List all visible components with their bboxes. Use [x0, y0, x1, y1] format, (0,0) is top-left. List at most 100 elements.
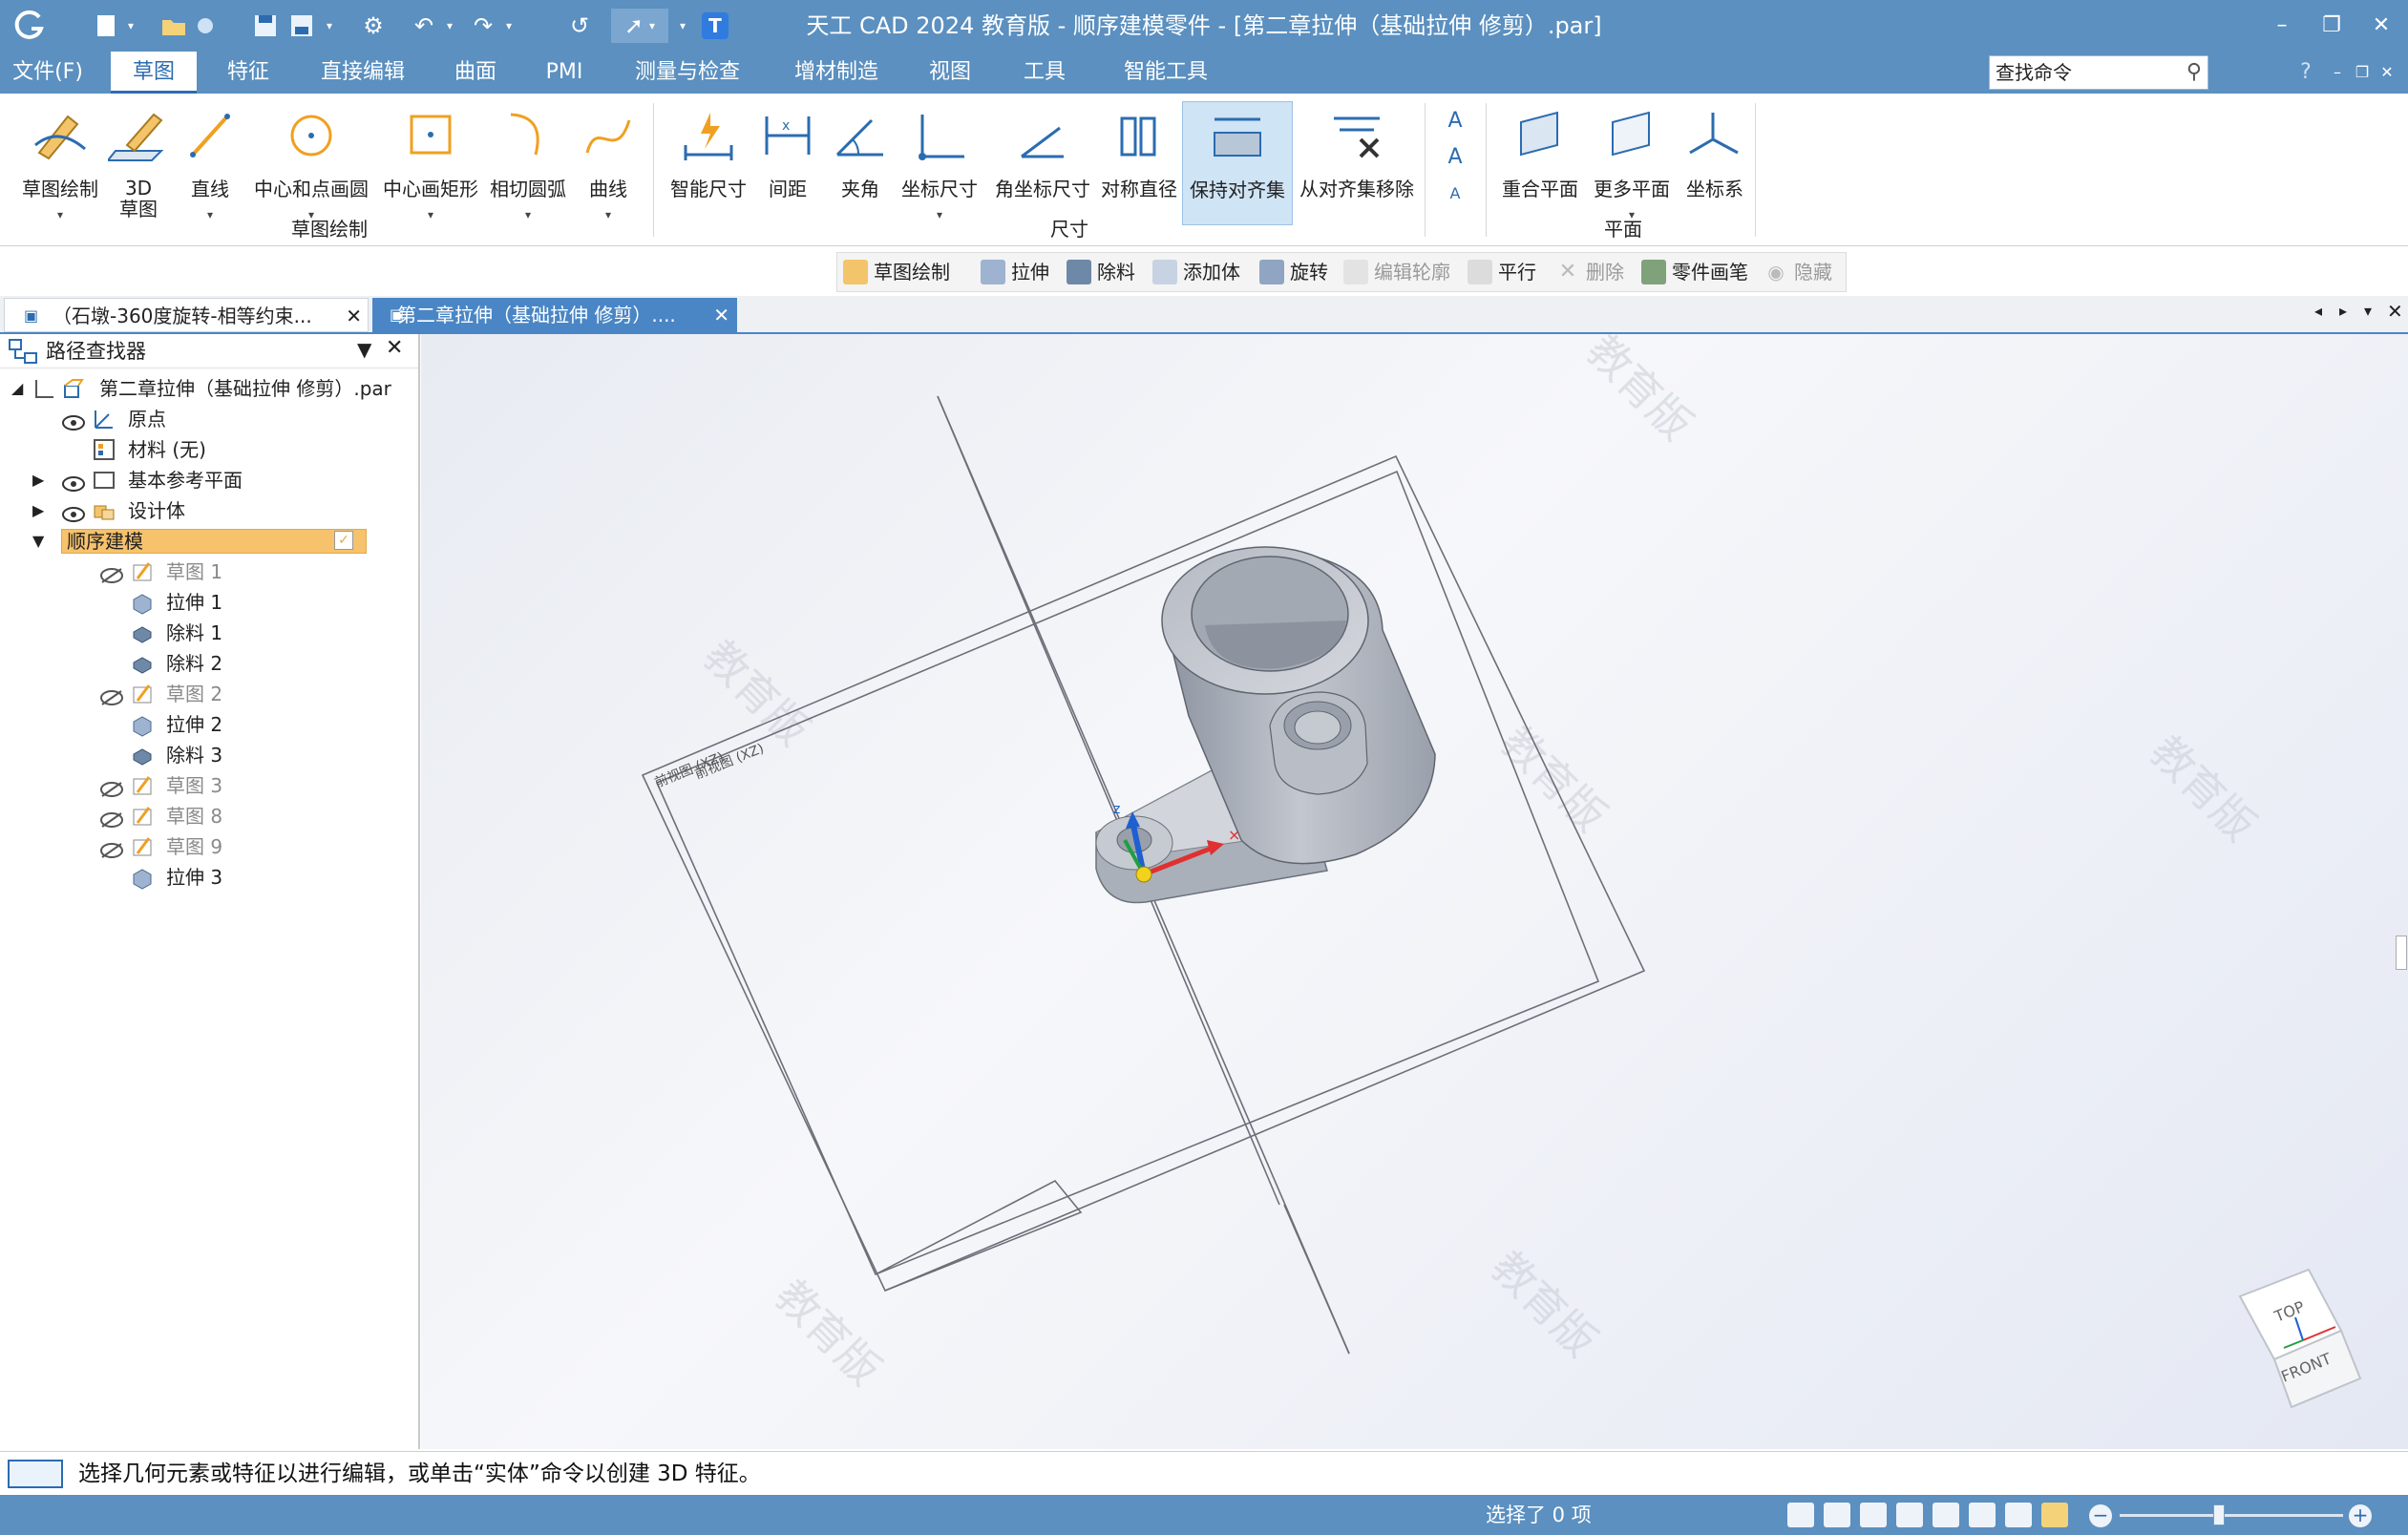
panel-close-icon[interactable]: ✕ [386, 336, 403, 360]
hidden-eye-icon[interactable] [99, 685, 124, 705]
display-mode-icon[interactable] [2041, 1503, 2068, 1527]
collapse-icon[interactable]: ▼ [32, 527, 44, 556]
text-format-a-icon[interactable]: A [1436, 103, 1474, 139]
minimize-window-button[interactable]: – [2265, 11, 2299, 40]
tree-node-base-planes[interactable]: ▶ 基本参考平面 [19, 466, 420, 494]
cmd-cutout[interactable]: 除料 [1067, 253, 1135, 291]
cmd-revolve[interactable]: 旋转 [1259, 253, 1328, 291]
remove-from-alignment-set-button[interactable]: 从对齐集移除 [1295, 101, 1419, 225]
expand-icon[interactable]: ▶ [32, 466, 44, 494]
restore-window-button[interactable]: ❐ [2314, 11, 2349, 40]
cmd-parallel[interactable]: 平行 [1468, 253, 1536, 291]
text-t-icon[interactable]: T [699, 9, 731, 43]
menu-smart-tools[interactable]: 智能工具 [1104, 52, 1228, 94]
eye-icon[interactable] [61, 502, 86, 522]
line-button[interactable]: 直线 ▾ [172, 101, 248, 225]
open-file-icon[interactable] [158, 9, 189, 43]
tree-node-material[interactable]: 材料 (无) [57, 435, 420, 464]
zoom-area-icon[interactable] [1860, 1503, 1887, 1527]
hidden-eye-icon[interactable] [99, 838, 124, 858]
menu-additive[interactable]: 增材制造 [779, 52, 894, 94]
view-style-icon[interactable] [2005, 1503, 2032, 1527]
menu-feature[interactable]: 特征 [210, 52, 286, 94]
menu-measure-inspect[interactable]: 测量与检查 [621, 52, 754, 94]
keep-alignment-set-button[interactable]: 保持对齐集 [1182, 101, 1293, 225]
coordinate-system-button[interactable]: 坐标系 [1677, 101, 1753, 225]
tree-node-sketch-9[interactable]: 草图 9 [95, 832, 420, 861]
text-format-a3-icon[interactable]: A [1436, 176, 1474, 212]
cmd-hide[interactable]: ◉ 隐藏 [1764, 253, 1832, 291]
tree-node-origin[interactable]: 原点 [57, 405, 420, 433]
new-dropdown-icon[interactable]: ▾ [122, 9, 139, 43]
tab-list-icon[interactable]: ▾ [2364, 302, 2372, 320]
sync-icon[interactable] [191, 9, 220, 43]
eye-icon[interactable] [61, 472, 86, 492]
collapse-icon[interactable]: ◢ [11, 374, 23, 403]
select-cursor-icon[interactable]: ➚ ▾ [611, 9, 668, 43]
zoom-in-icon[interactable]: + [2349, 1504, 2372, 1527]
angular-coordinate-button[interactable]: 角坐标尺寸 [987, 101, 1098, 225]
view-tool-icon[interactable] [1787, 1503, 1814, 1527]
curve-button[interactable]: 曲线 ▾ [573, 101, 644, 225]
tree-node-cutout-2[interactable]: 除料 2 [95, 649, 420, 678]
rotate-view-icon[interactable] [1969, 1503, 1996, 1527]
model-canvas[interactable]: 教育版 教育版 教育版 教育版 教育版 教育版 前视图 (XZ) 前视图 (XZ… [421, 334, 2408, 1449]
tab-scroll-left-icon[interactable]: ◂ [2314, 302, 2322, 320]
close-window-button[interactable]: ✕ [2364, 11, 2398, 40]
menu-file[interactable]: 文件(F) [0, 52, 95, 94]
tree-node-extrude-1[interactable]: 拉伸 1 [95, 588, 420, 617]
undo-dropdown-icon[interactable]: ▾ [441, 9, 458, 43]
settings-icon[interactable]: ⚙ [357, 9, 390, 43]
tree-node-sketch-3[interactable]: 草图 3 [95, 771, 420, 800]
view-tool-icon[interactable] [1824, 1503, 1850, 1527]
search-icon[interactable]: ⚲ [2186, 56, 2202, 89]
tree-node-sketch-8[interactable]: 草图 8 [95, 802, 420, 831]
fit-view-icon[interactable] [1896, 1503, 1923, 1527]
cmd-edit-profile[interactable]: 编辑轮廓 [1343, 253, 1450, 291]
new-file-icon[interactable] [92, 9, 120, 43]
more-planes-button[interactable]: 更多平面 ▾ [1587, 101, 1677, 225]
tree-node-extrude-3[interactable]: 拉伸 3 [95, 863, 420, 892]
tree-node-ordered-modeling[interactable]: ▼ 顺序建模 ✓ [19, 527, 420, 556]
help-icon[interactable]: ? [2292, 52, 2320, 94]
menu-surface[interactable]: 曲面 [437, 52, 514, 94]
panel-options-icon[interactable]: ▼ [357, 338, 371, 361]
menu-tools[interactable]: 工具 [1006, 52, 1083, 94]
coordinate-dimension-button[interactable]: 坐标尺寸 ▾ [894, 101, 985, 225]
checkbox-icon[interactable]: ✓ [334, 531, 353, 550]
tab-close-icon[interactable]: ✕ [713, 298, 729, 332]
distance-button[interactable]: x 间距 [754, 101, 821, 225]
hidden-eye-icon[interactable] [99, 563, 124, 583]
undo-icon[interactable]: ↶ [409, 9, 439, 43]
save-icon[interactable] [250, 9, 281, 43]
zoom-slider-thumb[interactable] [2213, 1504, 2225, 1525]
view-cube[interactable]: TOP FRONT [2238, 1268, 2362, 1409]
doc-restore-icon[interactable]: ❐ [2351, 52, 2374, 94]
app-logo-icon[interactable] [10, 9, 48, 43]
tree-node-cutout-1[interactable]: 除料 1 [95, 619, 420, 647]
pan-icon[interactable] [1933, 1503, 1959, 1527]
prompt-bar-icon[interactable] [8, 1460, 63, 1488]
menu-pmi[interactable]: PMI [531, 52, 598, 94]
menu-view[interactable]: 视图 [915, 52, 985, 94]
save-as-icon[interactable] [286, 9, 317, 43]
menu-sketch[interactable]: 草图 [111, 52, 197, 94]
sketch-draw-button[interactable]: 草图绘制 ▾ [8, 101, 113, 225]
hidden-eye-icon[interactable] [99, 777, 124, 797]
tab-close-icon[interactable]: ✕ [346, 299, 362, 331]
hidden-eye-icon[interactable] [99, 808, 124, 828]
tab-document-1[interactable]: ▣ （石墩-360度旋转-相等约束... ✕ [4, 298, 369, 332]
3d-viewport[interactable]: 教育版 教育版 教育版 教育版 教育版 教育版 前视图 (XZ) 前视图 (XZ… [421, 334, 2408, 1449]
tab-scroll-right-icon[interactable]: ▸ [2339, 302, 2347, 320]
cmd-part-painter[interactable]: 零件画笔 [1641, 253, 1748, 291]
expand-icon[interactable]: ▶ [32, 496, 44, 525]
tree-node-design-body[interactable]: ▶ 设计体 [19, 496, 420, 525]
tree-node-sketch-1[interactable]: 草图 1 [95, 557, 420, 586]
doc-minimize-icon[interactable]: – [2326, 52, 2349, 94]
tree-node-extrude-2[interactable]: 拉伸 2 [95, 710, 420, 739]
smart-dimension-button[interactable]: 智能尺寸 [663, 101, 754, 225]
doc-close-icon[interactable]: ✕ [2376, 52, 2398, 94]
cmd-delete[interactable]: ✕ 删除 [1555, 253, 1624, 291]
cmd-extrude[interactable]: 拉伸 [981, 253, 1049, 291]
3d-sketch-button[interactable]: 3D 草图 [105, 101, 172, 225]
